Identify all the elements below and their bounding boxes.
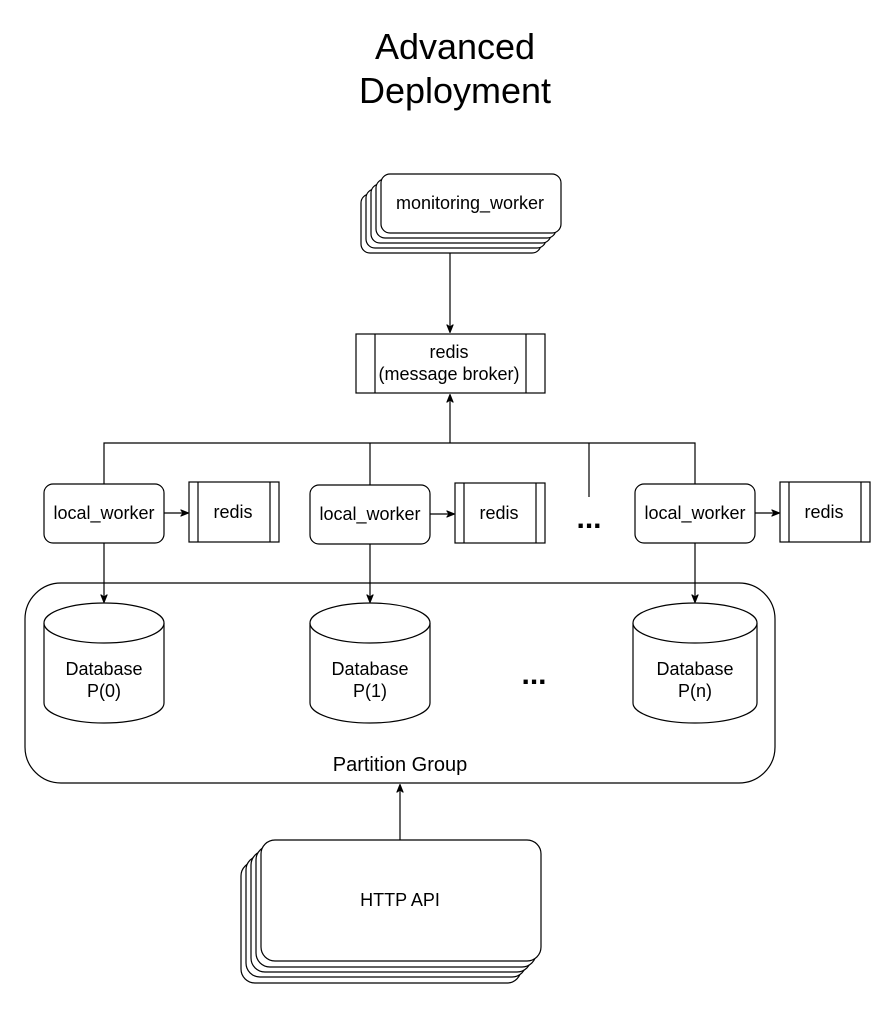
database-label-line-2: P(n) xyxy=(678,681,712,701)
database-ellipsis: ... xyxy=(521,658,546,691)
local-worker-0[interactable]: local_worker xyxy=(43,483,165,544)
local-redis-label: redis xyxy=(479,503,518,523)
title-line-2: Deployment xyxy=(359,70,551,111)
local-redis-n[interactable]: redis xyxy=(779,481,871,543)
broker-label-line-2: (message broker) xyxy=(378,364,519,384)
worker-ellipsis: ... xyxy=(576,502,601,535)
database-label-line-2: P(0) xyxy=(87,681,121,701)
local-redis-0[interactable]: redis xyxy=(188,481,280,543)
redis-message-broker[interactable]: redis (message broker) xyxy=(355,333,546,394)
http-api-label: HTTP API xyxy=(360,890,440,910)
database-pn[interactable]: Database P(n) xyxy=(632,602,758,724)
monitoring-worker-label: monitoring_worker xyxy=(396,193,544,214)
deployment-diagram: Advanced Deployment monitoring_worker re… xyxy=(24,26,871,984)
database-label-line-1: Database xyxy=(331,659,408,679)
local-redis-1[interactable]: redis xyxy=(454,482,546,544)
title-line-1: Advanced xyxy=(375,26,535,67)
database-label-line-1: Database xyxy=(65,659,142,679)
broker-label-line-1: redis xyxy=(429,342,468,362)
local-worker-n[interactable]: local_worker xyxy=(634,483,756,544)
local-worker-label: local_worker xyxy=(319,504,420,525)
local-redis-label: redis xyxy=(213,502,252,522)
database-p0[interactable]: Database P(0) xyxy=(43,602,165,724)
database-p1[interactable]: Database P(1) xyxy=(309,602,431,724)
database-label-line-1: Database xyxy=(656,659,733,679)
local-worker-1[interactable]: local_worker xyxy=(309,484,431,545)
http-api-stack[interactable]: HTTP API xyxy=(240,839,542,984)
local-redis-label: redis xyxy=(804,502,843,522)
monitoring-worker-stack[interactable]: monitoring_worker xyxy=(360,173,562,254)
local-worker-label: local_worker xyxy=(644,503,745,524)
local-worker-label: local_worker xyxy=(53,503,154,524)
database-label-line-2: P(1) xyxy=(353,681,387,701)
partition-group-label: Partition Group xyxy=(333,754,468,776)
